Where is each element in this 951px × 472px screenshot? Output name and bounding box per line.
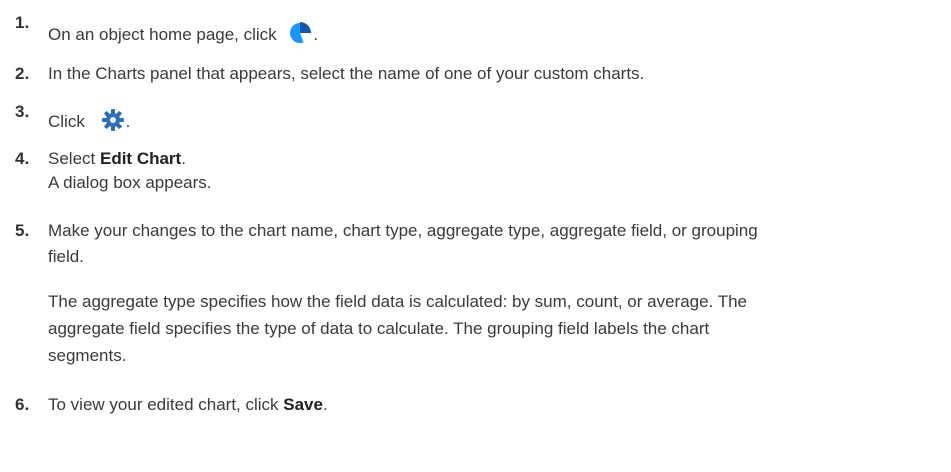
step-text-pre: Click bbox=[48, 111, 85, 131]
step-text: In the Charts panel that appears, select… bbox=[48, 64, 645, 83]
step-text: To view your edited chart, click Save. bbox=[48, 395, 328, 415]
step-text-post: . bbox=[181, 149, 186, 168]
step-number: 3. bbox=[15, 102, 30, 121]
step-text-pre: Select bbox=[48, 149, 100, 168]
step-number: 6. bbox=[15, 395, 30, 414]
step-text-bold: Save bbox=[283, 395, 323, 414]
step-text-post: . bbox=[322, 395, 328, 414]
step-note: A dialog box appears. bbox=[48, 173, 212, 192]
step-number: 1. bbox=[15, 13, 30, 32]
step-text-post: . bbox=[125, 111, 131, 131]
step-text-pre: On an object home page, click bbox=[48, 24, 277, 44]
instructions-document: 1. On an object home page, click . 2. In… bbox=[0, 0, 951, 472]
step-text-bold: Edit Chart bbox=[99, 149, 182, 168]
gear-icon bbox=[100, 108, 126, 137]
step-text: On an object home page, click . bbox=[48, 20, 318, 51]
step-paragraph-line-2: aggregate field specifies the type of da… bbox=[48, 319, 710, 338]
step-text-line-1: Make your changes to the chart name, cha… bbox=[48, 221, 758, 240]
step-text: Select Edit Chart. bbox=[48, 149, 186, 169]
step-paragraph-line-3: segments. bbox=[48, 346, 127, 365]
step-text-post: . bbox=[313, 24, 319, 44]
step-number: 4. bbox=[15, 149, 30, 168]
step-paragraph-line-1: The aggregate type specifies how the fie… bbox=[48, 292, 747, 311]
step-number: 5. bbox=[15, 221, 30, 240]
step-text: Click . bbox=[48, 108, 130, 137]
step-text-line-2: field. bbox=[48, 247, 84, 266]
step-text-pre: To view your edited chart, click bbox=[48, 395, 284, 414]
step-number: 2. bbox=[15, 64, 30, 83]
pie-chart-icon bbox=[287, 20, 313, 51]
